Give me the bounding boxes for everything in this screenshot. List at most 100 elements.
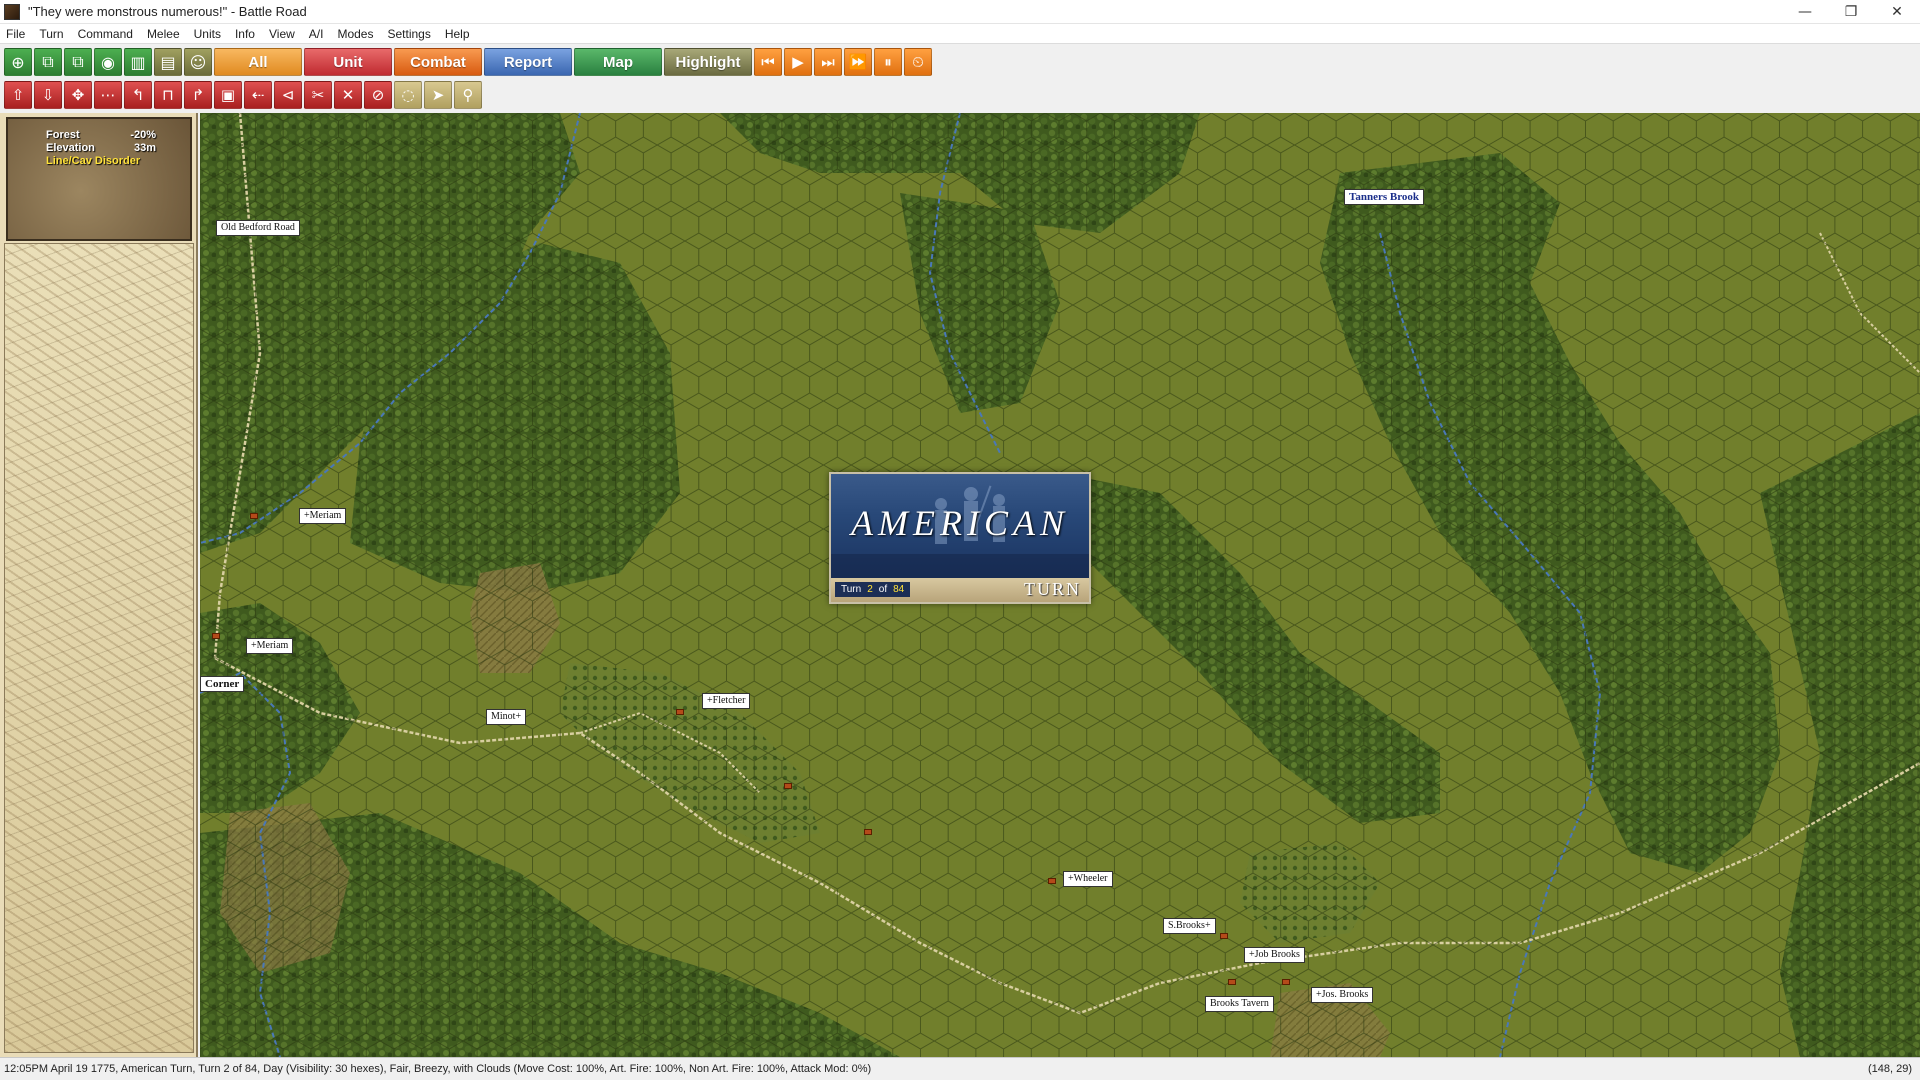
window-controls: — ❐ ✕ [1782, 0, 1920, 24]
eye-icon[interactable]: ◉ [94, 48, 122, 76]
menu-turn[interactable]: Turn [39, 27, 63, 41]
terrain-info: Forest -20% Elevation 33m Line/Cav Disor… [6, 117, 192, 241]
menu-info[interactable]: Info [235, 27, 255, 41]
pause-icon[interactable]: ⏸ [874, 48, 902, 76]
menu-command[interactable]: Command [78, 27, 133, 41]
minimap[interactable] [4, 243, 194, 1053]
banner-side: AMERICAN [851, 503, 1069, 543]
fast-forward-icon[interactable]: ⏩ [844, 48, 872, 76]
unit-toolbar: ⇧ ⇩ ✥ ⋯ ↰ ⊓ ↱ ▣ ⇠ ⊲ ✂ ✕ ⊘ ◌ ➤ ⚲ [0, 80, 1920, 110]
of-label: of [878, 584, 888, 595]
unit-marker[interactable] [1220, 933, 1228, 939]
rewind-icon[interactable]: ⏮ [754, 48, 782, 76]
label-tanners-brook: Tanners Brook [1344, 189, 1424, 205]
command-icon[interactable]: ⚲ [454, 81, 482, 109]
menu-ai[interactable]: A/I [309, 27, 324, 41]
menu-modes[interactable]: Modes [337, 27, 373, 41]
tab-all[interactable]: All [214, 48, 302, 76]
label-minot: Minot+ [486, 709, 527, 725]
elevation-label: Elevation [46, 142, 95, 154]
turn-banner: AMERICAN Turn 2 of 84 TURN [829, 472, 1091, 604]
label-job-brooks: +Job Brooks [1244, 947, 1305, 963]
turn-counter: Turn 2 of 84 [835, 582, 911, 597]
tab-combat[interactable]: Combat [394, 48, 482, 76]
label-corner: Corner [200, 676, 245, 692]
menu-settings[interactable]: Settings [387, 27, 430, 41]
label-fletcher: +Fletcher [702, 693, 751, 709]
disable-icon[interactable]: ⊘ [364, 81, 392, 109]
turn-label: Turn [841, 584, 862, 595]
cavalry-icon[interactable]: ➤ [424, 81, 452, 109]
menu-help[interactable]: Help [445, 27, 470, 41]
turn-right-icon[interactable]: ↱ [184, 81, 212, 109]
line-icon[interactable]: ⋯ [94, 81, 122, 109]
menu-bar: File Turn Command Melee Units Info View … [0, 24, 1920, 44]
terrain-modifier: -20% [130, 129, 156, 141]
status-bar: 12:05PM April 19 1775, American Turn, Tu… [0, 1057, 1920, 1080]
terrain-elevation-row: Elevation 33m [46, 142, 156, 154]
hex-map[interactable]: Old Bedford Road Tanners Brook +Meriam +… [200, 113, 1920, 1057]
label-brooks-tavern: Brooks Tavern [1205, 996, 1274, 1012]
timer-icon[interactable]: ⏲ [904, 48, 932, 76]
restore-button[interactable]: ❐ [1828, 0, 1874, 24]
unit-marker[interactable] [1282, 979, 1290, 985]
turn-left-icon[interactable]: ↰ [124, 81, 152, 109]
title-bar: "They were monstrous numerous!" - Battle… [0, 0, 1920, 24]
banner-footer: Turn 2 of 84 TURN [831, 578, 1089, 602]
label-s-brooks: S.Brooks+ [1163, 918, 1216, 934]
menu-file[interactable]: File [6, 27, 25, 41]
about-face-icon[interactable]: ⊓ [154, 81, 182, 109]
unit-marker[interactable] [784, 783, 792, 789]
formation-icon[interactable]: ✥ [64, 81, 92, 109]
main-toolbar: ⊕ ⧉ ⧉ ◉ ▥ ▤ ☺ All Unit Combat Report Map… [0, 47, 1920, 77]
close-button[interactable]: ✕ [1874, 0, 1920, 24]
label-wheeler: +Wheeler [1063, 871, 1113, 887]
tab-highlight[interactable]: Highlight [664, 48, 752, 76]
menu-melee[interactable]: Melee [147, 27, 180, 41]
melee-icon[interactable]: ✂ [304, 81, 332, 109]
unit-marker[interactable] [1228, 979, 1236, 985]
tab-unit[interactable]: Unit [304, 48, 392, 76]
minimize-button[interactable]: — [1782, 0, 1828, 24]
app-window: "They were monstrous numerous!" - Battle… [0, 0, 1920, 1080]
play-icon[interactable]: ▶ [784, 48, 812, 76]
unit-marker[interactable] [212, 633, 220, 639]
step-forward-icon[interactable]: ⏭ [814, 48, 842, 76]
label-old-bedford-road: Old Bedford Road [216, 220, 300, 236]
portrait-icon[interactable]: ☺ [184, 48, 212, 76]
stack-icon[interactable]: ⧉ [64, 48, 92, 76]
move-up-icon[interactable]: ⇧ [4, 81, 32, 109]
move-down-icon[interactable]: ⇩ [34, 81, 62, 109]
tab-map[interactable]: Map [574, 48, 662, 76]
app-icon [4, 3, 20, 20]
hex-coordinates: (148, 29) [1867, 1063, 1912, 1075]
turn-current: 2 [867, 584, 873, 595]
terrain-warning: Line/Cav Disorder [46, 155, 141, 167]
status-message: 12:05PM April 19 1775, American Turn, Tu… [4, 1063, 872, 1075]
fire-icon[interactable]: ◌ [394, 81, 422, 109]
windows-icon[interactable]: ⧉ [34, 48, 62, 76]
target-icon[interactable]: ⊕ [4, 48, 32, 76]
retreat-icon[interactable]: ⇠ [244, 81, 272, 109]
square-icon[interactable]: ▣ [214, 81, 242, 109]
left-panel: Forest -20% Elevation 33m Line/Cav Disor… [0, 113, 198, 1057]
turn-word: TURN [1024, 579, 1081, 599]
label-meriam-2: +Meriam [246, 638, 294, 654]
unit-marker[interactable] [676, 709, 684, 715]
map-icon[interactable]: ▥ [124, 48, 152, 76]
label-jos-brooks: +Jos. Brooks [1311, 987, 1374, 1003]
tab-report[interactable]: Report [484, 48, 572, 76]
unit-marker[interactable] [250, 513, 258, 519]
menu-units[interactable]: Units [194, 27, 221, 41]
turn-total: 84 [893, 584, 905, 595]
label-meriam-1: +Meriam [299, 508, 347, 524]
banner-art: AMERICAN [831, 474, 1089, 578]
unit-marker[interactable] [1048, 878, 1056, 884]
terrain-forest-row: Forest -20% [46, 129, 156, 141]
window-title: "They were monstrous numerous!" - Battle… [28, 4, 307, 19]
cancel-icon[interactable]: ✕ [334, 81, 362, 109]
menu-view[interactable]: View [269, 27, 295, 41]
panel-icon[interactable]: ▤ [154, 48, 182, 76]
unit-marker[interactable] [864, 829, 872, 835]
limber-icon[interactable]: ⊲ [274, 81, 302, 109]
